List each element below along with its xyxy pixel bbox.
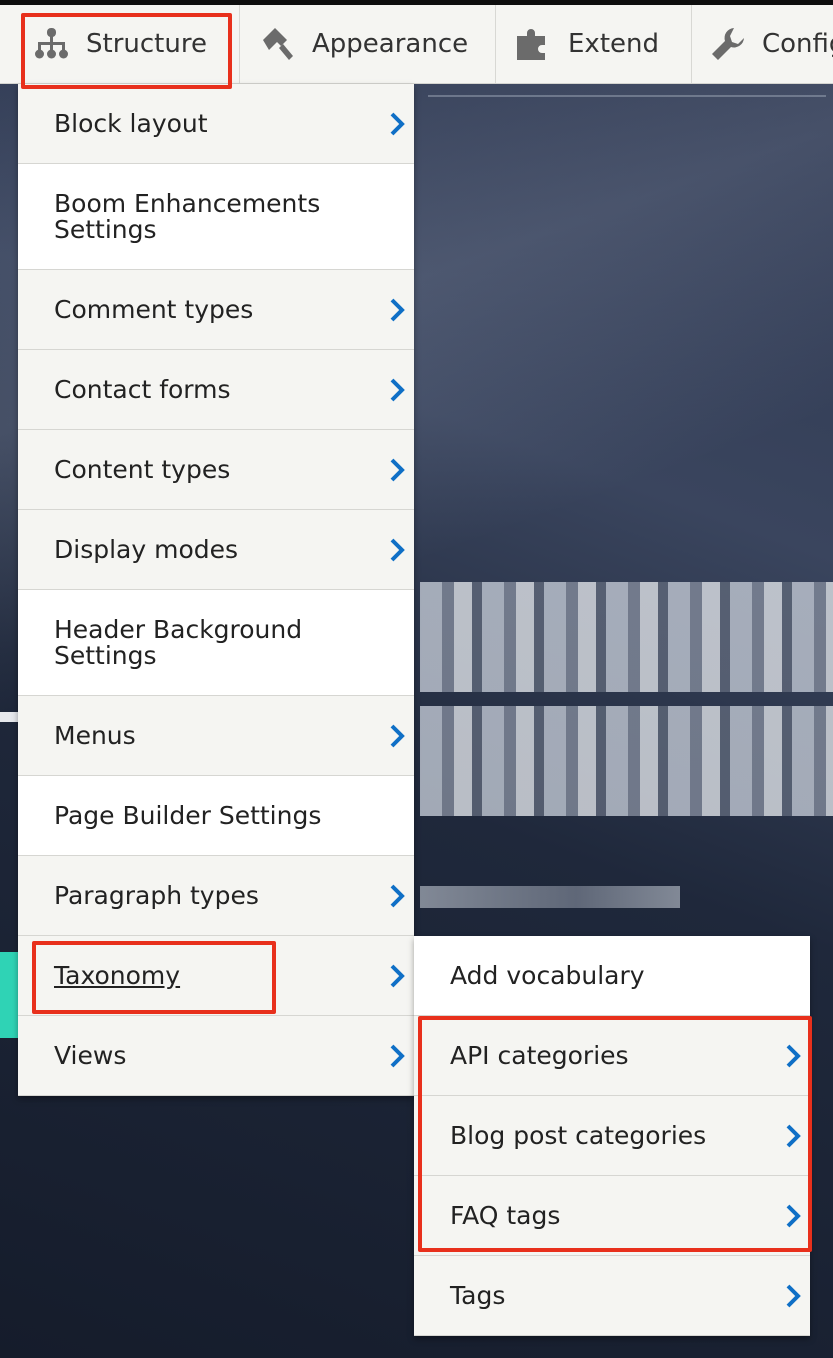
- menu-item-page-builder-settings[interactable]: Page Builder Settings: [18, 776, 414, 856]
- hero-decor-line: [0, 712, 18, 722]
- menu-item-faq-tags[interactable]: FAQ tags: [414, 1176, 810, 1256]
- menu-item-label: Add vocabulary: [450, 960, 645, 990]
- chevron-right-icon[interactable]: [388, 458, 406, 482]
- chevron-right-icon[interactable]: [388, 298, 406, 322]
- chevron-right-icon[interactable]: [388, 378, 406, 402]
- sitemap-icon: [30, 23, 72, 65]
- toolbar-tab-label: Structure: [86, 29, 207, 59]
- paintbrush-icon: [256, 23, 298, 65]
- taxonomy-submenu: Add vocabulary API categories Blog post …: [414, 936, 810, 1336]
- hero-frame-line: [428, 95, 826, 97]
- chevron-right-icon[interactable]: [388, 884, 406, 908]
- chevron-right-icon[interactable]: [388, 112, 406, 136]
- menu-item-label: API categories: [450, 1040, 629, 1070]
- menu-item-label: Page Builder Settings: [54, 800, 322, 830]
- menu-item-boom-enhancements-settings[interactable]: Boom Enhancements Settings: [18, 164, 414, 270]
- menu-item-display-modes[interactable]: Display modes: [18, 510, 414, 590]
- menu-item-label: Comment types: [54, 294, 254, 324]
- menu-item-comment-types[interactable]: Comment types: [18, 270, 414, 350]
- menu-item-menus[interactable]: Menus: [18, 696, 414, 776]
- toolbar-tab-configuration[interactable]: Config: [692, 5, 833, 83]
- wrench-icon: [708, 23, 748, 65]
- menu-item-header-background-settings[interactable]: Header Background Settings: [18, 590, 414, 696]
- menu-item-block-layout[interactable]: Block layout: [18, 84, 414, 164]
- toolbar-tab-extend[interactable]: Extend: [496, 5, 692, 83]
- menu-item-label: Blog post categories: [450, 1120, 707, 1150]
- menu-item-label: Boom Enhancements Settings: [54, 188, 321, 244]
- menu-item-blog-post-categories[interactable]: Blog post categories: [414, 1096, 810, 1176]
- structure-menu: Block layout Boom Enhancements Settings …: [18, 84, 414, 1096]
- menu-item-label: Menus: [54, 720, 136, 750]
- toolbar-tab-label: Appearance: [312, 29, 469, 59]
- menu-item-label: Tags: [450, 1280, 506, 1310]
- toolbar-tab-structure[interactable]: Structure: [0, 5, 240, 83]
- menu-item-api-categories[interactable]: API categories: [414, 1016, 810, 1096]
- chevron-right-icon[interactable]: [388, 538, 406, 562]
- chevron-right-icon[interactable]: [388, 964, 406, 988]
- toolbar-tab-appearance[interactable]: Appearance: [240, 5, 496, 83]
- hero-cta-button-edge: [0, 952, 18, 1038]
- chevron-right-icon[interactable]: [784, 1124, 802, 1148]
- chevron-right-icon[interactable]: [784, 1044, 802, 1068]
- menu-item-views[interactable]: Views: [18, 1016, 414, 1096]
- menu-item-label: Paragraph types: [54, 880, 259, 910]
- menu-item-content-types[interactable]: Content types: [18, 430, 414, 510]
- menu-item-label: Content types: [54, 454, 231, 484]
- menu-item-label: Views: [54, 1040, 127, 1070]
- menu-item-label: Block layout: [54, 108, 208, 138]
- chevron-right-icon[interactable]: [784, 1204, 802, 1228]
- menu-item-label: Contact forms: [54, 374, 231, 404]
- chevron-right-icon[interactable]: [388, 724, 406, 748]
- chevron-right-icon[interactable]: [388, 1044, 406, 1068]
- toolbar-tab-label: Config: [762, 29, 833, 59]
- menu-item-tags[interactable]: Tags: [414, 1256, 810, 1336]
- menu-item-add-vocabulary[interactable]: Add vocabulary: [414, 936, 810, 1016]
- menu-item-label: FAQ tags: [450, 1200, 561, 1230]
- hero-subtext-blurred: [420, 886, 680, 908]
- puzzle-icon: [512, 23, 554, 65]
- chevron-right-icon[interactable]: [784, 1284, 802, 1308]
- toolbar-tab-label: Extend: [568, 29, 659, 59]
- admin-toolbar: Structure Appearance Extend Config: [0, 0, 833, 84]
- menu-item-taxonomy[interactable]: Taxonomy: [18, 936, 414, 1016]
- hero-heading-blurred-line-2: [420, 706, 833, 816]
- menu-item-contact-forms[interactable]: Contact forms: [18, 350, 414, 430]
- menu-item-label: Display modes: [54, 534, 239, 564]
- menu-item-paragraph-types[interactable]: Paragraph types: [18, 856, 414, 936]
- hero-heading-blurred-line-1: [420, 582, 833, 692]
- menu-item-label: Taxonomy: [54, 960, 181, 990]
- menu-item-label: Header Background Settings: [54, 614, 303, 670]
